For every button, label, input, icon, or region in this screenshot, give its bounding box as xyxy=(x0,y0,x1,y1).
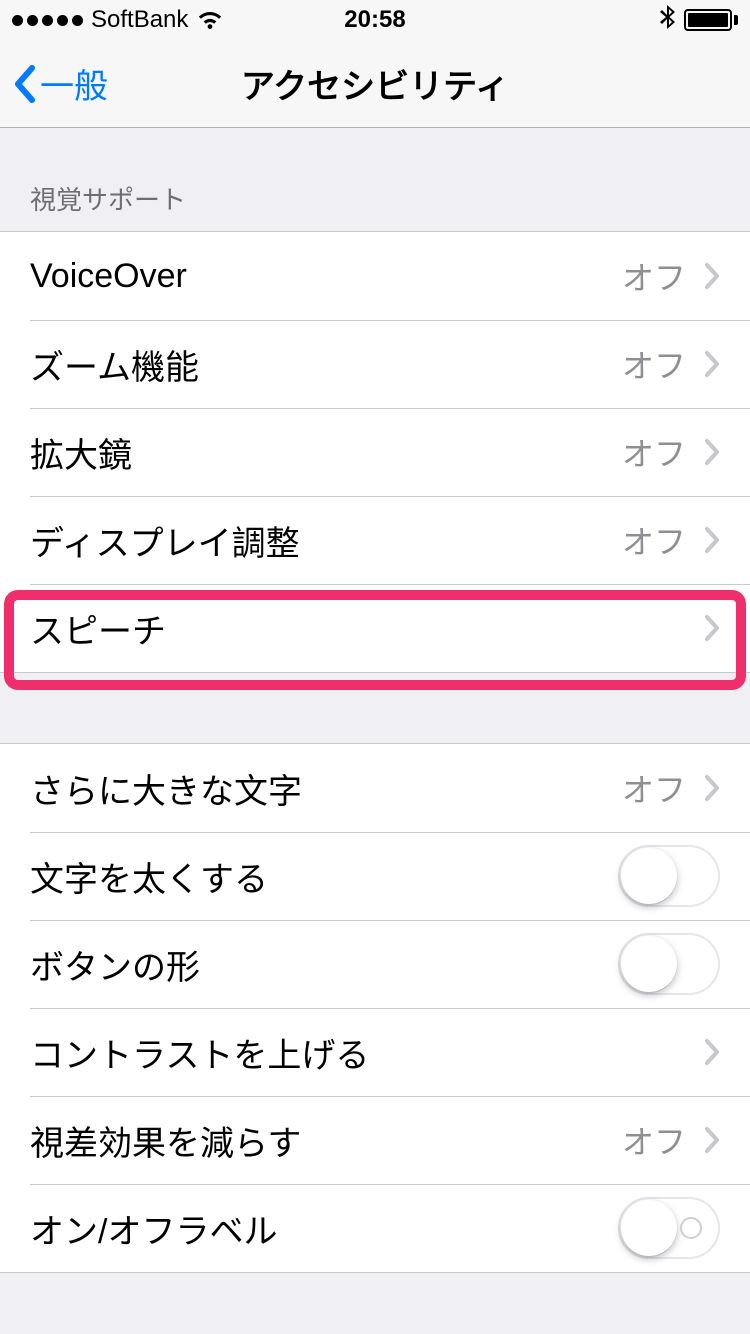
nav-bar: 一般 アクセシビリティ xyxy=(0,40,750,128)
list-group-text: さらに大きな文字 オフ 文字を太くする ボタンの形 コントラストを上げる 視差効… xyxy=(0,743,750,1273)
row-display-accommodations[interactable]: ディスプレイ調整 オフ xyxy=(0,496,750,584)
chevron-right-icon xyxy=(704,1038,720,1066)
row-label: 文字を太くする xyxy=(30,852,618,901)
row-zoom[interactable]: ズーム機能 オフ xyxy=(0,320,750,408)
chevron-right-icon xyxy=(704,438,720,466)
chevron-right-icon xyxy=(704,262,720,290)
row-label: オン/オフラベル xyxy=(30,1204,618,1253)
battery-icon xyxy=(684,9,738,31)
row-label: ディスプレイ調整 xyxy=(30,516,622,565)
toggle-bold-text[interactable] xyxy=(618,845,720,907)
row-value: オフ xyxy=(622,253,686,299)
row-label: ズーム機能 xyxy=(30,340,622,389)
row-value: オフ xyxy=(622,429,686,475)
status-left: SoftBank xyxy=(12,6,224,34)
row-label: VoiceOver xyxy=(30,257,622,296)
chevron-left-icon xyxy=(12,64,36,104)
page-title: アクセシビリティ xyxy=(241,59,509,108)
row-value: オフ xyxy=(622,517,686,563)
back-label: 一般 xyxy=(40,59,108,108)
row-bold-text[interactable]: 文字を太くする xyxy=(0,832,750,920)
wifi-icon xyxy=(196,9,224,31)
back-button[interactable]: 一般 xyxy=(0,59,108,108)
chevron-right-icon xyxy=(704,774,720,802)
row-magnifier[interactable]: 拡大鏡 オフ xyxy=(0,408,750,496)
row-label: さらに大きな文字 xyxy=(30,764,622,813)
chevron-right-icon xyxy=(704,1126,720,1154)
row-larger-text[interactable]: さらに大きな文字 オフ xyxy=(0,744,750,832)
signal-strength-icon xyxy=(12,15,83,26)
row-value: オフ xyxy=(622,765,686,811)
row-label: コントラストを上げる xyxy=(30,1028,686,1077)
chevron-right-icon xyxy=(704,526,720,554)
row-label: 視差効果を減らす xyxy=(30,1116,622,1165)
row-reduce-motion[interactable]: 視差効果を減らす オフ xyxy=(0,1096,750,1184)
row-value: オフ xyxy=(622,341,686,387)
row-voiceover[interactable]: VoiceOver オフ xyxy=(0,232,750,320)
bluetooth-icon xyxy=(660,4,676,37)
status-right xyxy=(660,4,738,37)
list-group-vision: VoiceOver オフ ズーム機能 オフ 拡大鏡 オフ ディスプレイ調整 オフ… xyxy=(0,231,750,673)
status-bar: SoftBank 20:58 xyxy=(0,0,750,40)
section-header-vision: 視覚サポート xyxy=(0,128,750,231)
row-on-off-labels[interactable]: オン/オフラベル xyxy=(0,1184,750,1272)
toggle-button-shapes[interactable] xyxy=(618,933,720,995)
row-label: 拡大鏡 xyxy=(30,428,622,477)
row-label: スピーチ xyxy=(30,604,686,653)
row-increase-contrast[interactable]: コントラストを上げる xyxy=(0,1008,750,1096)
chevron-right-icon xyxy=(704,614,720,642)
row-button-shapes[interactable]: ボタンの形 xyxy=(0,920,750,1008)
toggle-on-off-labels[interactable] xyxy=(618,1197,720,1259)
chevron-right-icon xyxy=(704,350,720,378)
row-label: ボタンの形 xyxy=(30,940,618,989)
row-value: オフ xyxy=(622,1117,686,1163)
row-speech[interactable]: スピーチ xyxy=(0,584,750,672)
status-time: 20:58 xyxy=(344,6,405,34)
group-gap xyxy=(0,673,750,743)
carrier-label: SoftBank xyxy=(91,6,188,34)
